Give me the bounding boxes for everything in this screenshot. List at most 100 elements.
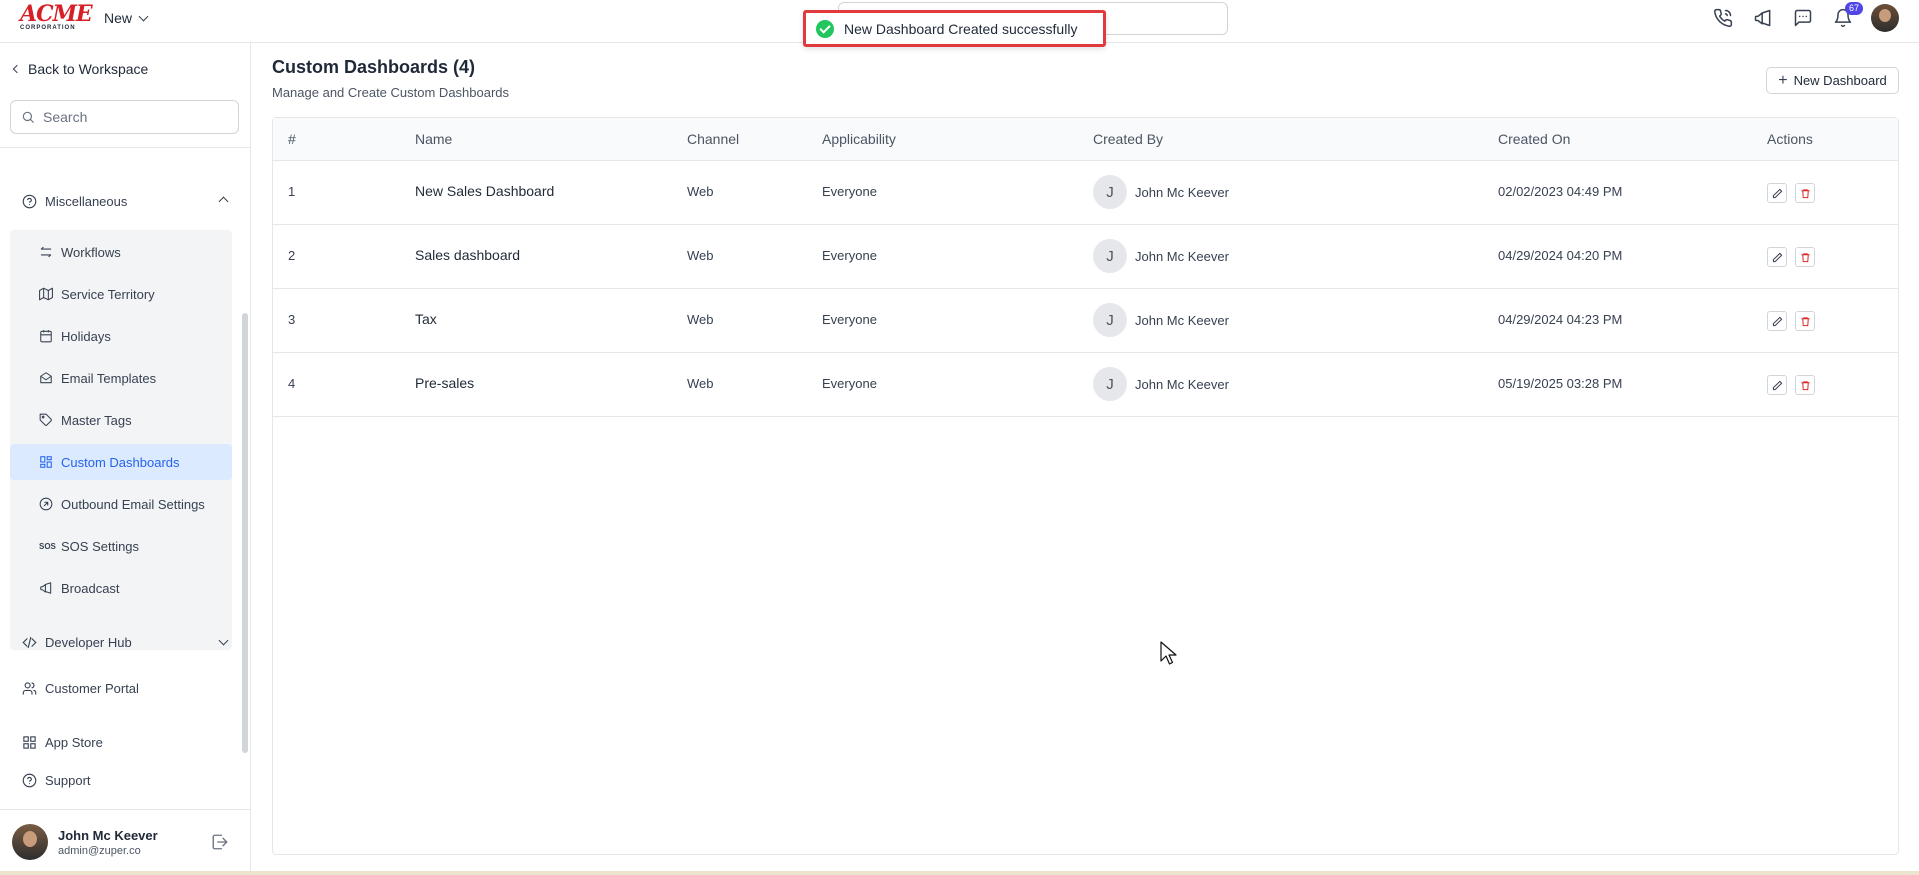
- sidebar-item-outbound-email-settings[interactable]: Outbound Email Settings: [10, 486, 232, 522]
- sidebar-scrollbar[interactable]: [242, 313, 248, 753]
- row-number: 1: [288, 184, 296, 199]
- applicability: Everyone: [822, 248, 877, 263]
- created-by: J John Mc Keever: [1093, 303, 1229, 337]
- sidebar-item-broadcast[interactable]: Broadcast: [10, 570, 232, 606]
- calendar-icon: [40, 330, 52, 343]
- column-header-created-on[interactable]: Created On: [1498, 131, 1570, 147]
- sidebar-item-label: Broadcast: [61, 580, 120, 596]
- avatar: [12, 824, 48, 860]
- table-row[interactable]: 3 Tax Web Everyone J John Mc Keever 04/2…: [273, 289, 1898, 353]
- created-on: 02/02/2023 04:49 PM: [1498, 184, 1623, 199]
- divider: [0, 147, 250, 148]
- row-actions: [1767, 183, 1815, 203]
- logout-icon[interactable]: [211, 833, 229, 856]
- sidebar-item-service-territory[interactable]: Service Territory: [10, 276, 232, 312]
- dashboard-name[interactable]: Tax: [415, 311, 437, 327]
- sidebar-item-developer-hub[interactable]: Developer Hub: [22, 635, 229, 650]
- row-actions: [1767, 375, 1815, 395]
- table-row[interactable]: 2 Sales dashboard Web Everyone J John Mc…: [273, 225, 1898, 289]
- workflow-icon: [40, 246, 52, 258]
- sidebar-item-support[interactable]: Support: [22, 773, 227, 788]
- sidebar-item-customer-portal[interactable]: Customer Portal: [22, 681, 227, 696]
- back-to-workspace-link[interactable]: Back to Workspace: [12, 61, 149, 77]
- edit-button[interactable]: [1767, 247, 1787, 267]
- delete-button[interactable]: [1795, 247, 1815, 267]
- sidebar-item-label: Master Tags: [61, 412, 132, 428]
- sidebar-item-label: SOS Settings: [61, 538, 140, 554]
- edit-button[interactable]: [1767, 183, 1787, 203]
- column-header-number: #: [288, 131, 296, 147]
- sidebar-search[interactable]: [10, 100, 239, 134]
- dashboards-table: # Name Channel Applicability Created By …: [272, 117, 1899, 855]
- created-on: 04/29/2024 04:20 PM: [1498, 248, 1623, 263]
- sidebar-user-profile[interactable]: John Mc Keever admin@zuper.co: [12, 824, 158, 860]
- avatar: J: [1093, 175, 1127, 209]
- column-header-name[interactable]: Name: [415, 131, 452, 147]
- help-circle-icon: [22, 773, 37, 788]
- sos-icon: SOS: [39, 541, 56, 551]
- avatar: J: [1093, 367, 1127, 401]
- toast-message: New Dashboard Created successfully: [844, 20, 1078, 37]
- created-by: J John Mc Keever: [1093, 239, 1229, 273]
- page-title: Custom Dashboards (4): [272, 57, 476, 77]
- column-header-applicability[interactable]: Applicability: [822, 131, 896, 147]
- table-row[interactable]: 4 Pre-sales Web Everyone J John Mc Keeve…: [273, 353, 1898, 417]
- chevron-down-icon: [218, 635, 229, 646]
- dashboard-name[interactable]: Pre-sales: [415, 375, 474, 391]
- created-on: 05/19/2025 03:28 PM: [1498, 376, 1623, 391]
- delete-button[interactable]: [1795, 183, 1815, 203]
- delete-button[interactable]: [1795, 375, 1815, 395]
- sidebar-item-label: Support: [45, 773, 91, 788]
- column-header-channel[interactable]: Channel: [687, 131, 739, 147]
- sidebar-item-sos-settings[interactable]: SOS SOS Settings: [10, 528, 232, 564]
- trash-icon: [1800, 252, 1810, 262]
- channel: Web: [687, 248, 714, 263]
- new-menu-button[interactable]: New: [104, 10, 149, 26]
- column-header-actions: Actions: [1767, 131, 1813, 147]
- sidebar-section-miscellaneous[interactable]: Miscellaneous: [22, 194, 229, 209]
- outbound-icon: [39, 497, 53, 511]
- sidebar-item-master-tags[interactable]: Master Tags: [10, 402, 232, 438]
- notification-badge: 67: [1844, 2, 1863, 15]
- new-menu-label: New: [104, 10, 133, 26]
- apps-icon: [23, 736, 36, 749]
- sidebar-item-email-templates[interactable]: Email Templates: [10, 360, 232, 396]
- check-circle-icon: [816, 19, 834, 38]
- dashboard-icon: [40, 456, 52, 468]
- edit-button[interactable]: [1767, 311, 1787, 331]
- creator-name: John Mc Keever: [1135, 376, 1229, 392]
- sidebar-item-label: App Store: [45, 735, 103, 750]
- user-avatar[interactable]: [1871, 4, 1899, 32]
- chevron-left-icon: [12, 64, 22, 74]
- creator-name: John Mc Keever: [1135, 312, 1229, 328]
- acme-logo[interactable]: ACME CORPORATION: [20, 1, 93, 32]
- megaphone-icon[interactable]: [1751, 6, 1775, 30]
- logo-main-text: ACME: [20, 1, 93, 27]
- success-toast: New Dashboard Created successfully: [803, 10, 1106, 47]
- chat-icon[interactable]: [1791, 6, 1815, 30]
- delete-button[interactable]: [1795, 311, 1815, 331]
- bell-icon[interactable]: 67: [1831, 2, 1863, 30]
- sidebar-search-input[interactable]: [43, 109, 223, 125]
- back-to-workspace-label: Back to Workspace: [28, 61, 149, 77]
- code-icon: [22, 636, 37, 649]
- new-dashboard-button[interactable]: + New Dashboard: [1766, 67, 1899, 94]
- column-header-created-by[interactable]: Created By: [1093, 131, 1163, 147]
- sidebar-item-app-store[interactable]: App Store: [22, 735, 227, 750]
- dashboard-name[interactable]: New Sales Dashboard: [415, 183, 554, 199]
- sidebar-item-holidays[interactable]: Holidays: [10, 318, 232, 354]
- sidebar-item-label: Customer Portal: [45, 681, 139, 696]
- mouse-cursor-icon: [1160, 641, 1178, 672]
- user-email: admin@zuper.co: [58, 844, 141, 857]
- row-number: 3: [288, 312, 296, 327]
- plus-icon: +: [1778, 71, 1788, 89]
- table-row[interactable]: 1 New Sales Dashboard Web Everyone J Joh…: [273, 161, 1898, 225]
- phone-icon[interactable]: [1711, 6, 1735, 30]
- dashboard-name[interactable]: Sales dashboard: [415, 247, 520, 263]
- sidebar-item-custom-dashboards[interactable]: Custom Dashboards: [10, 444, 232, 480]
- edit-button[interactable]: [1767, 375, 1787, 395]
- sidebar-item-workflows[interactable]: Workflows: [10, 234, 232, 270]
- applicability: Everyone: [822, 376, 877, 391]
- miscellaneous-label: Miscellaneous: [45, 194, 128, 209]
- pencil-icon: [1772, 188, 1782, 198]
